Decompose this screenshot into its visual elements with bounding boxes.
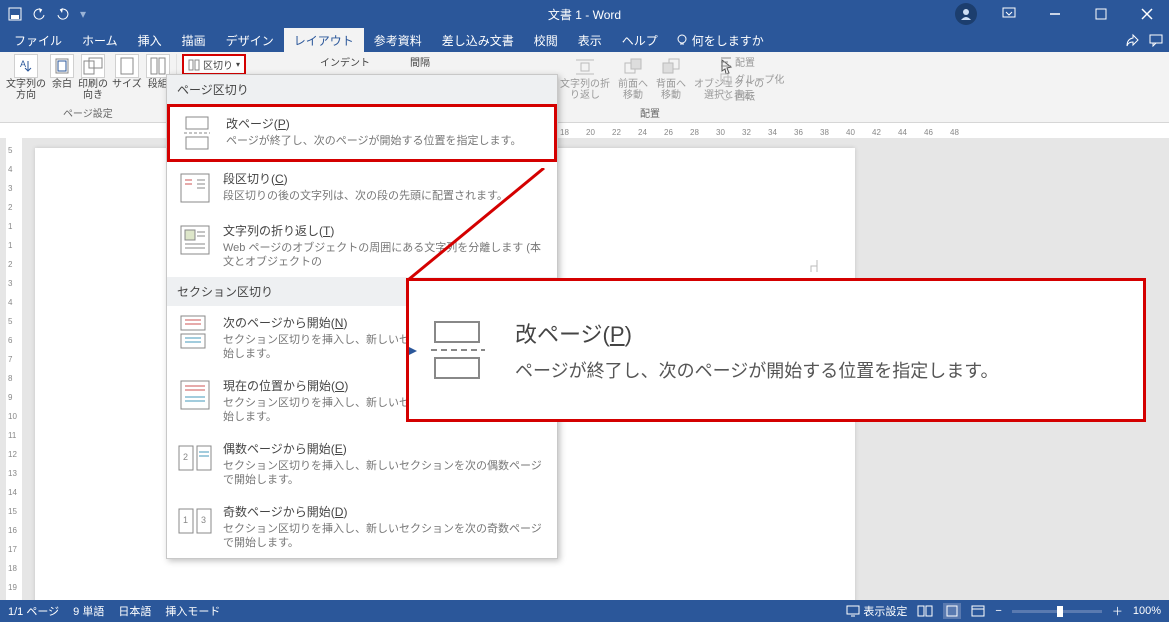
svg-text:3: 3 [201,515,206,525]
user-avatar[interactable] [955,3,977,25]
size-button[interactable]: サイズ [112,54,142,90]
tab-references[interactable]: 参考資料 [364,28,432,52]
tab-layout[interactable]: レイアウト [284,28,364,52]
tab-help[interactable]: ヘルプ [612,28,668,52]
zoom-in-button[interactable]: ＋ [1112,603,1123,619]
ribbon-tabs: ファイル ホーム 挿入 描画 デザイン レイアウト 参考資料 差し込み文書 校閲… [0,28,1169,52]
status-words[interactable]: 9 単語 [73,603,104,619]
bring-forward-button: 前面へ 移動 [618,56,648,101]
page-break-icon-large [425,320,495,380]
zoom-slider[interactable] [1012,610,1102,613]
share-icon[interactable] [1125,33,1139,47]
text-direction-button[interactable]: A文字列の 方向 [6,54,46,101]
title-bar: ▾ 文書 1 - Word [0,0,1169,28]
status-mode[interactable]: 挿入モード [165,603,220,619]
section-continuous-icon [177,377,213,413]
tab-file[interactable]: ファイル [4,28,72,52]
comments-icon[interactable] [1149,33,1163,47]
tab-design[interactable]: デザイン [216,28,284,52]
ribbon-options-icon[interactable] [987,0,1031,28]
group-button: グループ化 [720,71,784,86]
callout-desc: ページが終了し、次のページが開始する位置を指定します。 [515,357,998,383]
group-page-setup: A文字列の 方向 余白 印刷の 向き サイズ 段組 ページ設定 [0,54,177,122]
group-label-arrange: 配置 [640,105,660,120]
menu-section-odd-page[interactable]: 13 奇数ページから開始(D)セクション区切りを挿入し、新しいセクションを次の奇… [167,495,557,558]
zoom-level[interactable]: 100% [1133,605,1161,617]
status-language[interactable]: 日本語 [118,603,151,619]
window-title: 文書 1 - Word [548,6,621,23]
section-next-page-icon [177,314,213,350]
tab-review[interactable]: 校閲 [524,28,568,52]
save-icon[interactable] [8,7,22,21]
column-break-icon [177,170,213,206]
indent-label: インデント [320,54,370,69]
status-page[interactable]: 1/1 ページ [8,603,59,619]
minimize-button[interactable] [1033,0,1077,28]
menu-section-even-page[interactable]: 2 偶数ページから開始(E)セクション区切りを挿入し、新しいセクションを次の偶数… [167,432,557,495]
callout-arrow-icon [407,345,419,357]
orientation-button[interactable]: 印刷の 向き [78,54,108,101]
wrap-text-button: 文字列の折 り返し [560,56,610,101]
tell-me-label: 何をしますか [692,32,764,49]
view-web-icon[interactable] [971,605,985,617]
display-settings[interactable]: 表示設定 [846,603,907,619]
breaks-button[interactable]: 区切り▾ [182,54,246,75]
callout-title: 改ページ(P) [515,317,998,349]
section-even-page-icon: 2 [177,440,213,476]
svg-text:2: 2 [183,452,188,462]
status-bar: 1/1 ページ 9 単語 日本語 挿入モード 表示設定 − ＋ 100% [0,600,1169,622]
margins-button[interactable]: 余白 [50,54,74,90]
tell-me[interactable]: 何をしますか [668,28,764,52]
paragraph-mark-icon [809,258,825,274]
view-print-icon[interactable] [943,603,961,619]
lightbulb-icon [676,34,688,46]
zoom-out-button[interactable]: − [995,605,1001,617]
dropdown-header-page-breaks: ページ区切り [167,75,557,104]
close-button[interactable] [1125,0,1169,28]
redo-icon[interactable] [56,7,70,21]
page-break-icon [180,115,216,151]
svg-text:1: 1 [183,515,188,525]
arrange-side: 配置 グループ化 回転 [720,54,784,103]
view-read-icon[interactable] [917,605,933,617]
tab-mailings[interactable]: 差し込み文書 [432,28,524,52]
send-backward-button: 背面へ 移動 [656,56,686,101]
tab-draw[interactable]: 描画 [172,28,216,52]
callout-zoom: 改ページ(P) ページが終了し、次のページが開始する位置を指定します。 [406,278,1146,422]
callout-connector [406,168,546,284]
tab-insert[interactable]: 挿入 [128,28,172,52]
group-label-page-setup: ページ設定 [63,105,113,120]
rotate-button: 回転 [720,88,784,103]
align-button[interactable]: 配置 [720,54,784,69]
text-wrap-break-icon [177,222,213,258]
svg-text:A: A [20,59,26,69]
section-odd-page-icon: 13 [177,503,213,539]
ruler-vertical[interactable]: 5432112345678910111213141516171819 [6,138,23,600]
qat-overflow-icon[interactable]: ▾ [80,7,86,21]
tab-home[interactable]: ホーム [72,28,128,52]
maximize-button[interactable] [1079,0,1123,28]
undo-icon[interactable] [32,7,46,21]
tab-view[interactable]: 表示 [568,28,612,52]
menu-page-break[interactable]: 改ページ(P)ページが終了し、次のページが開始する位置を指定します。 [167,104,557,162]
spacing-label: 間隔 [410,54,430,69]
